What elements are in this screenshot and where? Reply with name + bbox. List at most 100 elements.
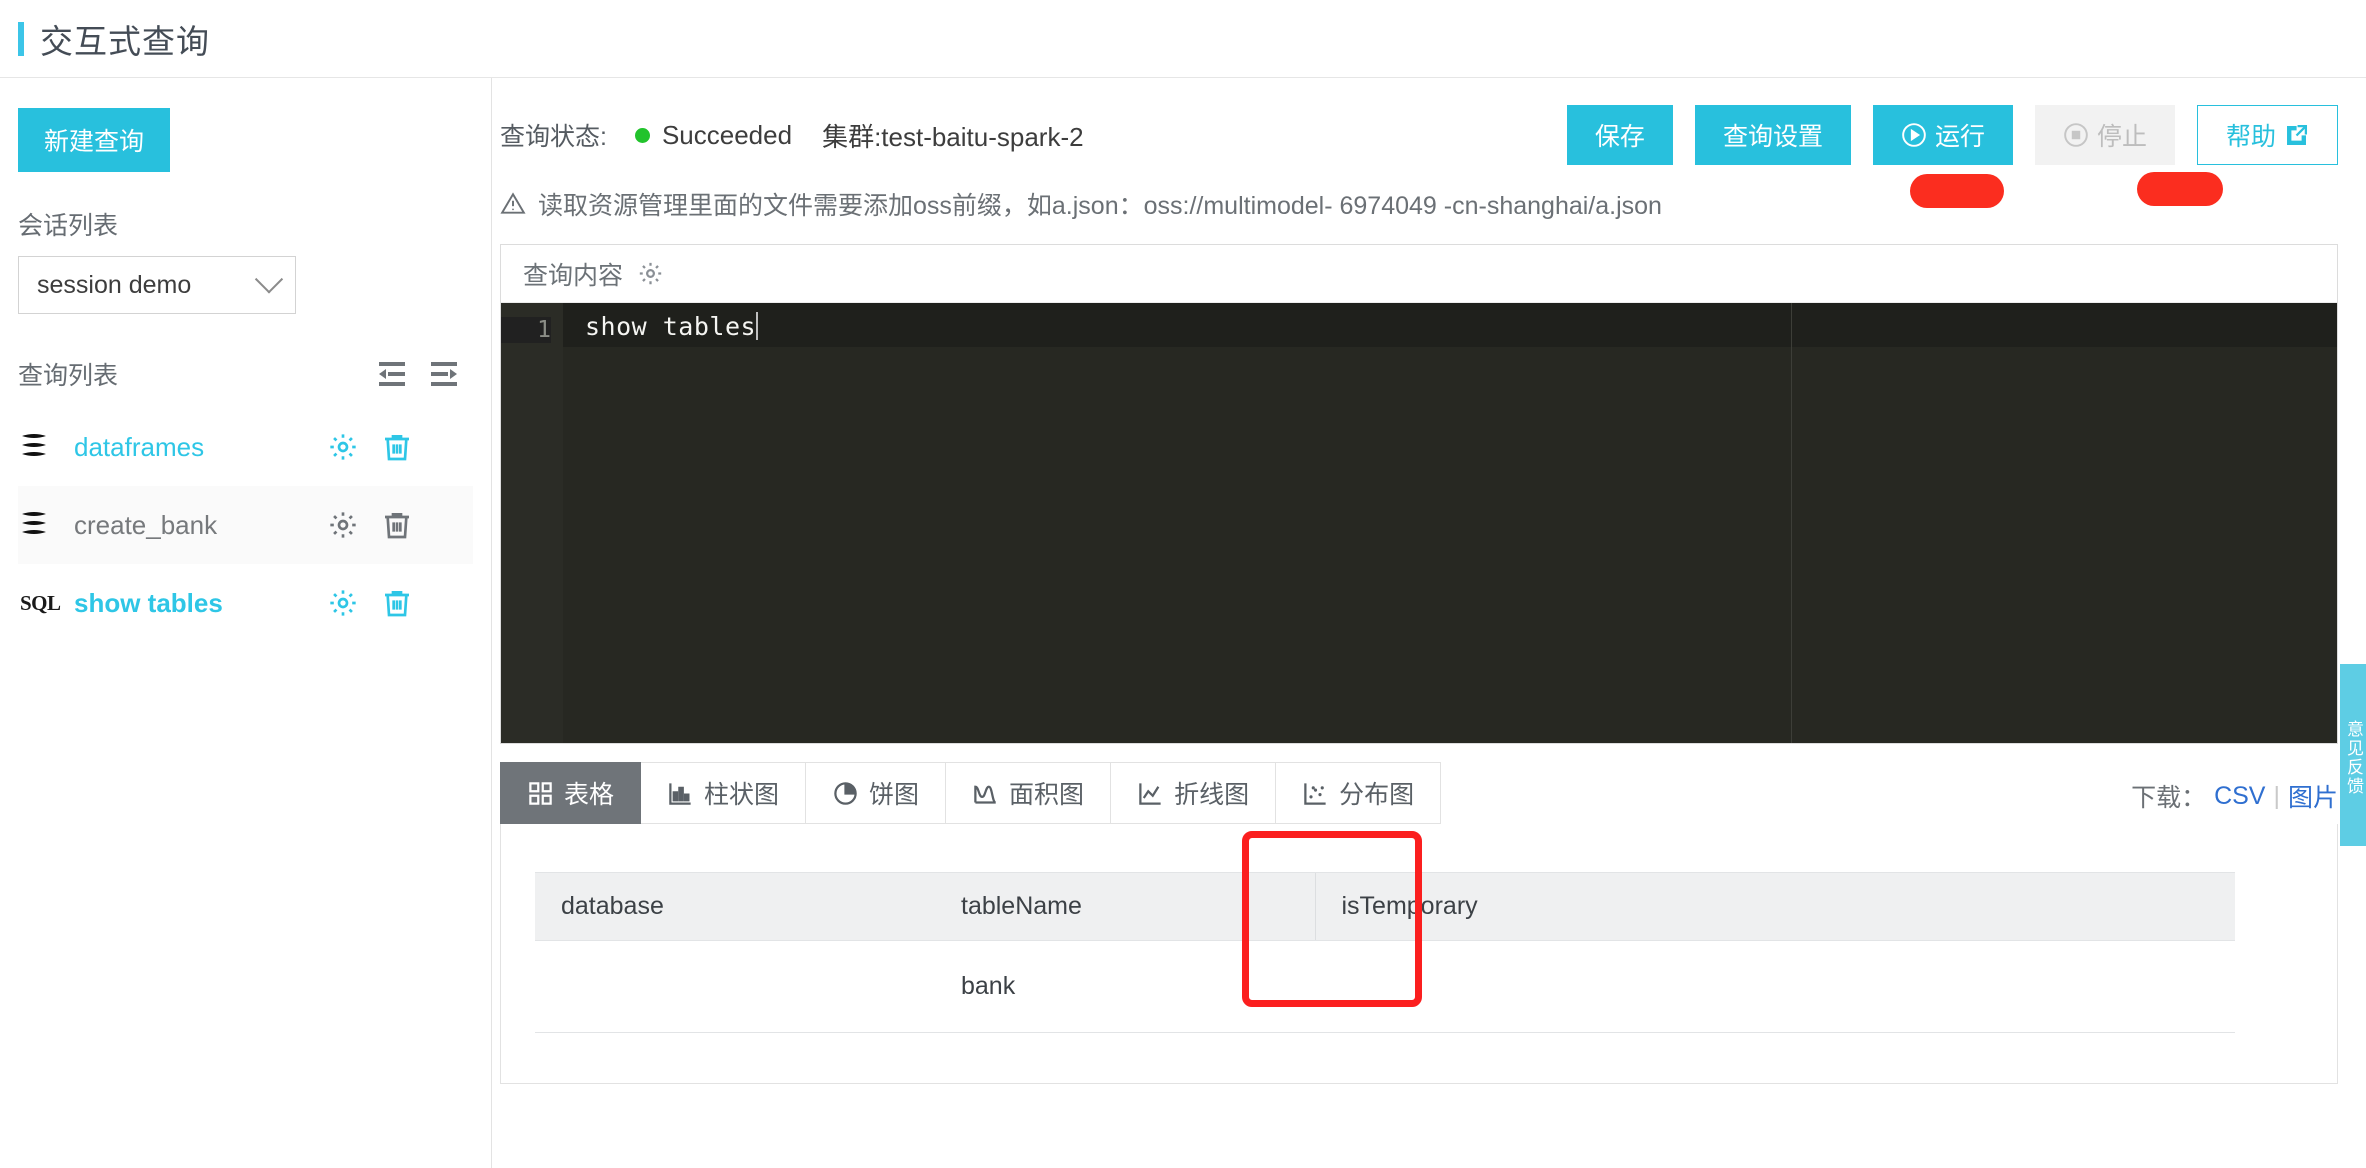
notebook-icon [20, 510, 62, 540]
download-image-link[interactable]: 图片 [2288, 778, 2338, 814]
title-accent-bar [18, 21, 24, 56]
tab-scatter-chart-label: 分布图 [1339, 781, 1415, 809]
query-list-item-show-tables[interactable]: SQL show tables [18, 564, 473, 642]
stop-button: 停止 [2034, 105, 2175, 165]
tab-bar-chart[interactable]: 柱状图 [641, 762, 807, 824]
query-editor-header: 查询内容 [501, 245, 2337, 303]
cell-tablename: bank [935, 940, 1315, 1033]
editor-ruler [1791, 303, 1792, 743]
query-item-label: show tables [74, 587, 223, 618]
warning-text: 读取资源管理里面的文件需要添加oss前缀，如a.json：oss://multi… [538, 192, 1662, 220]
line-number: 1 [501, 317, 551, 343]
pie-chart-icon [834, 781, 857, 805]
result-view-tabs: 表格 柱状图 饼图 面积图 折线图 分布图 下载： CSV | 图片 [500, 762, 2338, 824]
query-status-label: 查询状态: [500, 123, 607, 151]
trash-icon[interactable] [381, 509, 413, 541]
warning-triangle-icon [500, 192, 526, 214]
download-label: 下载： [2131, 784, 2207, 812]
tab-area-chart[interactable]: 面积图 [946, 762, 1112, 824]
help-button[interactable]: 帮助 [2196, 105, 2338, 165]
code-line-1[interactable]: show tables [563, 303, 2337, 341]
query-settings-button[interactable]: 查询设置 [1694, 105, 1851, 165]
tab-bar-chart-label: 柱状图 [704, 781, 780, 809]
table-header-row: database tableName isTemporary [535, 872, 2235, 941]
line-chart-icon [1139, 782, 1161, 805]
indent-left-icon[interactable] [377, 361, 407, 387]
query-item-label: dataframes [74, 431, 205, 462]
main-content: 查询状态: Succeeded 集群:test-baitu-spark-2 保存… [492, 78, 2366, 1168]
download-separator: | [2273, 781, 2280, 810]
cluster-label: 集群:test-baitu-spark-2 [822, 121, 1084, 152]
sidebar: 新建查询 会话列表 session demo 查询列表 dataframes c… [0, 78, 492, 1168]
tab-line-chart-label: 折线图 [1174, 781, 1250, 809]
chevron-down-icon [254, 265, 284, 294]
redaction-mark-2 [2137, 172, 2223, 206]
query-content-label: 查询内容 [523, 261, 624, 290]
tab-scatter-chart[interactable]: 分布图 [1276, 762, 1442, 824]
query-list-item-dataframes[interactable]: dataframes [18, 408, 473, 486]
trash-icon[interactable] [381, 587, 413, 619]
query-list-header: 查询列表 [18, 356, 473, 392]
code-text: show tables [585, 312, 757, 341]
tab-line-chart[interactable]: 折线图 [1111, 762, 1277, 824]
query-editor-panel: 查询内容 1 show tables [500, 244, 2338, 744]
tab-pie-chart-label: 饼图 [869, 781, 920, 809]
stop-button-label: 停止 [2096, 123, 2147, 151]
feedback-side-tab[interactable]: 意见反馈 [2340, 664, 2366, 846]
run-button[interactable]: 运行 [1872, 105, 2013, 165]
indent-right-icon[interactable] [429, 361, 459, 387]
tab-table[interactable]: 表格 [500, 762, 642, 824]
gear-icon[interactable] [327, 509, 359, 541]
query-settings-button-label: 查询设置 [1722, 123, 1823, 151]
tab-table-label: 表格 [564, 781, 615, 809]
page-header: 交互式查询 [0, 0, 2366, 78]
status-dot-icon [634, 127, 650, 143]
query-status-value: Succeeded [661, 119, 793, 150]
sql-badge-label: SQL [20, 590, 61, 615]
scatter-chart-icon [1304, 782, 1326, 805]
column-header-tablename[interactable]: tableName [935, 872, 1315, 941]
sql-icon: SQL [20, 591, 62, 616]
result-table: database tableName isTemporary bank [535, 872, 2235, 1033]
page-title: 交互式查询 [40, 22, 210, 60]
tab-area-chart-label: 面积图 [1009, 781, 1085, 809]
gear-icon[interactable] [327, 431, 359, 463]
download-controls: 下载： CSV | 图片 [2131, 778, 2338, 824]
query-list-label: 查询列表 [18, 362, 119, 390]
table-icon [529, 781, 552, 805]
oss-prefix-warning: 读取资源管理里面的文件需要添加oss前缀，如a.json：oss://multi… [492, 164, 2366, 222]
editor-gutter: 1 [501, 303, 563, 743]
redaction-mark-1 [1910, 174, 2004, 208]
save-button[interactable]: 保存 [1566, 105, 1673, 165]
notebook-icon [20, 432, 62, 462]
area-chart-icon [974, 785, 997, 804]
session-list-label: 会话列表 [18, 212, 119, 240]
gear-icon[interactable] [637, 260, 664, 287]
gear-icon[interactable] [327, 587, 359, 619]
external-link-icon [2287, 124, 2308, 145]
table-row: bank [535, 940, 2235, 1033]
code-editor[interactable]: 1 show tables [501, 303, 2337, 743]
query-toolbar: 查询状态: Succeeded 集群:test-baitu-spark-2 保存… [492, 105, 2366, 165]
results-panel: 表格 柱状图 饼图 面积图 折线图 分布图 下载： CSV | 图片 datab… [500, 762, 2338, 1084]
download-csv-link[interactable]: CSV [2214, 782, 2265, 811]
tab-pie-chart[interactable]: 饼图 [806, 762, 947, 824]
play-circle-icon [1902, 123, 1926, 147]
query-list-item-create-bank[interactable]: create_bank [18, 486, 473, 564]
column-header-istemporary[interactable]: isTemporary [1314, 872, 2235, 941]
text-caret [756, 312, 759, 340]
column-header-database[interactable]: database [535, 872, 935, 941]
help-button-label: 帮助 [2225, 123, 2276, 151]
stop-circle-icon [2064, 123, 2088, 147]
trash-icon[interactable] [381, 431, 413, 463]
session-select[interactable]: session demo [18, 256, 296, 314]
bar-chart-icon [669, 782, 691, 805]
session-select-value: session demo [37, 270, 192, 299]
result-table-container: database tableName isTemporary bank [500, 824, 2338, 1084]
cell-istemporary [1315, 940, 2235, 1033]
save-button-label: 保存 [1594, 123, 1645, 151]
run-button-label: 运行 [1934, 123, 1985, 151]
new-query-button[interactable]: 新建查询 [18, 108, 171, 172]
query-item-label: create_bank [74, 509, 218, 540]
cell-database [535, 940, 935, 1033]
